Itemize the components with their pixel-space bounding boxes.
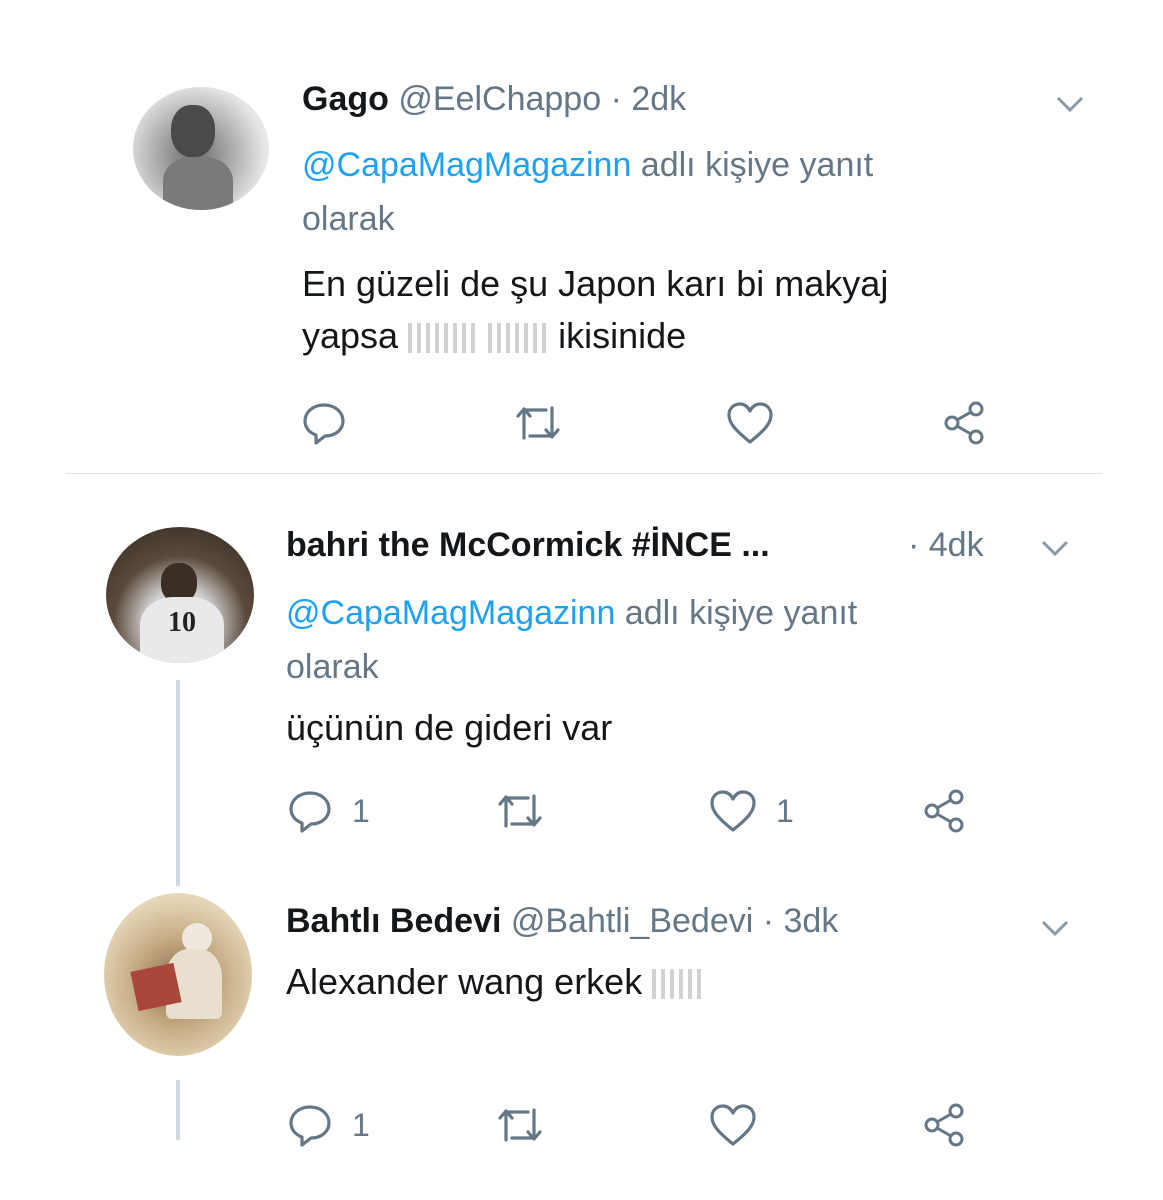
timestamp[interactable]: · 4dk [908, 526, 984, 564]
heart-icon [710, 1104, 756, 1146]
mention-link[interactable]: @CapaMagMagazinn [302, 146, 631, 184]
display-name[interactable]: Bahtlı Bedevi [286, 902, 501, 940]
retweet-icon [498, 794, 542, 828]
redaction-mark [652, 969, 703, 1000]
reply-icon [289, 1105, 331, 1147]
tweet-text-line: ikisinide [558, 315, 687, 356]
share-button[interactable] [940, 400, 988, 446]
share-icon [944, 401, 984, 445]
display-name[interactable]: bahri the McCormick #İNCE ... [286, 526, 770, 564]
share-icon [924, 1103, 964, 1147]
reply-count: 1 [352, 1106, 370, 1143]
retweet-button[interactable] [494, 788, 564, 834]
retweet-icon [498, 1108, 542, 1142]
tweet-header: bahri the McCormick #İNCE ... [286, 526, 770, 565]
reply-context-text-2: olarak [286, 648, 379, 686]
reply-button[interactable] [300, 400, 366, 446]
share-icon [924, 789, 964, 833]
tweet[interactable]: Gago @EelChappo · 2dk @CapaMagMagazinn a… [0, 0, 1163, 473]
reply-icon [289, 791, 331, 833]
mention-link[interactable]: @CapaMagMagazinn [286, 594, 615, 632]
tweet-text: En güzeli de şu Japon karı bi makyaj yap… [302, 258, 888, 362]
like-button[interactable] [725, 400, 793, 446]
user-handle[interactable]: @EelChappo [398, 80, 601, 118]
share-button[interactable] [920, 788, 968, 834]
like-button[interactable]: 1 [708, 788, 794, 834]
reply-context: @CapaMagMagazinn adlı kişiye yanıt olara… [286, 586, 857, 694]
like-count: 1 [776, 792, 794, 829]
reply-context-text: adlı kişiye yanıt [631, 146, 874, 184]
tweet-text: üçünün de gideri var [286, 702, 612, 754]
tweet-header: Bahtlı Bedevi @Bahtli_Bedevi · 3dk [286, 902, 838, 941]
like-button[interactable] [708, 1102, 776, 1148]
reply-context-text-2: olarak [302, 200, 395, 238]
avatar[interactable] [104, 893, 252, 1056]
action-bar: 1 1 [286, 788, 986, 838]
user-handle[interactable]: @Bahtli_Bedevi [511, 902, 753, 940]
chevron-down-icon[interactable] [1040, 532, 1070, 566]
tweet[interactable]: Bahtlı Bedevi @Bahtli_Bedevi · 3dk Alexa… [0, 880, 1163, 1170]
tweet-text-line: yapsa [302, 315, 399, 356]
tweet-text: Alexander wang erkek [286, 956, 703, 1008]
tweet-text-line: Alexander wang erkek [286, 961, 643, 1002]
reply-button[interactable]: 1 [286, 1102, 370, 1148]
chevron-down-icon[interactable] [1040, 912, 1070, 946]
tweet-text-line: üçünün de gideri var [286, 707, 613, 748]
tweet-header: Gago @EelChappo · 2dk [302, 80, 686, 119]
tweet-header-time: · 4dk [908, 526, 984, 565]
retweet-button[interactable] [512, 400, 582, 446]
redaction-mark [488, 323, 549, 354]
thread-line [176, 1080, 180, 1140]
reply-icon [303, 403, 345, 445]
chevron-down-icon[interactable] [1055, 88, 1085, 122]
avatar[interactable] [133, 87, 269, 210]
redaction-mark [408, 323, 479, 354]
retweet-button[interactable] [494, 1102, 564, 1148]
reply-context-text: adlı kişiye yanıt [615, 594, 858, 632]
display-name[interactable]: Gago [302, 80, 389, 118]
action-bar [300, 400, 1000, 450]
reply-button[interactable]: 1 [286, 788, 370, 834]
timestamp[interactable]: · 3dk [763, 902, 839, 940]
tweet-text-line: En güzeli de şu Japon karı bi makyaj [302, 263, 889, 304]
thread-line [176, 680, 180, 886]
retweet-icon [516, 406, 560, 440]
action-bar: 1 [286, 1102, 986, 1152]
share-button[interactable] [920, 1102, 968, 1148]
heart-icon [710, 790, 756, 832]
avatar[interactable]: 10 [106, 527, 254, 663]
reply-count: 1 [352, 792, 370, 829]
heart-icon [727, 402, 773, 444]
reply-context: @CapaMagMagazinn adlı kişiye yanıt olara… [302, 138, 873, 246]
timestamp[interactable]: · 2dk [611, 80, 687, 118]
tweet[interactable]: 10 bahri the McCormick #İNCE ... · 4dk @… [0, 474, 1163, 874]
